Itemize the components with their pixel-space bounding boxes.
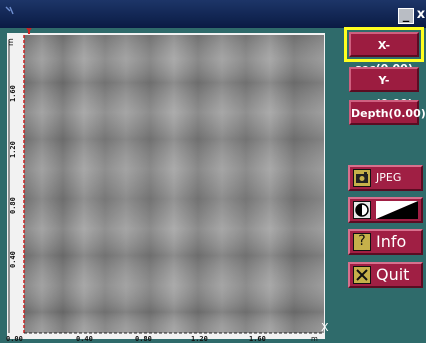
info-label: Info [376,232,407,251]
close-button[interactable]: x [414,8,426,24]
contrast-button[interactable] [348,197,423,223]
depth-button[interactable]: Depth(0.00) [349,100,426,125]
quit-label: Quit [376,265,410,284]
y-unit-label: m [6,38,15,46]
y-tick-label: 0.80 [9,197,17,214]
y-axis-letter: Y [24,28,34,37]
camera-icon [353,169,371,187]
gradient-ramp-icon [376,201,418,219]
app-icon [5,6,14,15]
help-icon: ? [353,233,371,251]
y-tick-label: 1.60 [9,85,17,102]
x-tick-label: 1.60 [249,335,266,343]
ysec-button[interactable]: Y-sec(0.00) [349,67,419,110]
contrast-icon [353,201,371,219]
jpeg-button[interactable]: JPEG [348,165,423,191]
x-tick-label: 0.40 [76,335,93,343]
x-tick-label: 0.80 [135,335,152,343]
info-button[interactable]: ? Info [348,229,423,255]
window-titlebar: _ x [0,0,426,28]
jpeg-label: JPEG [376,171,402,184]
quit-button[interactable]: Quit [348,262,423,288]
depth-label: Depth(0.00) [351,107,426,120]
x-tick-label: 0.00 [6,335,23,343]
close-box-icon [353,266,371,284]
plot-area[interactable]: Y X m 0.40 0.80 1.20 1.60 0.00 0.40 0.80… [0,28,336,343]
x-axis-letter: X [321,321,329,334]
x-tick-label: 1.20 [191,335,208,343]
minimize-button[interactable]: _ [398,8,414,24]
y-tick-label: 1.20 [9,141,17,158]
y-tick-label: 0.40 [9,251,17,268]
x-unit-label: m [311,335,318,343]
xsec-button[interactable]: X-sec(0.00) [344,27,424,75]
